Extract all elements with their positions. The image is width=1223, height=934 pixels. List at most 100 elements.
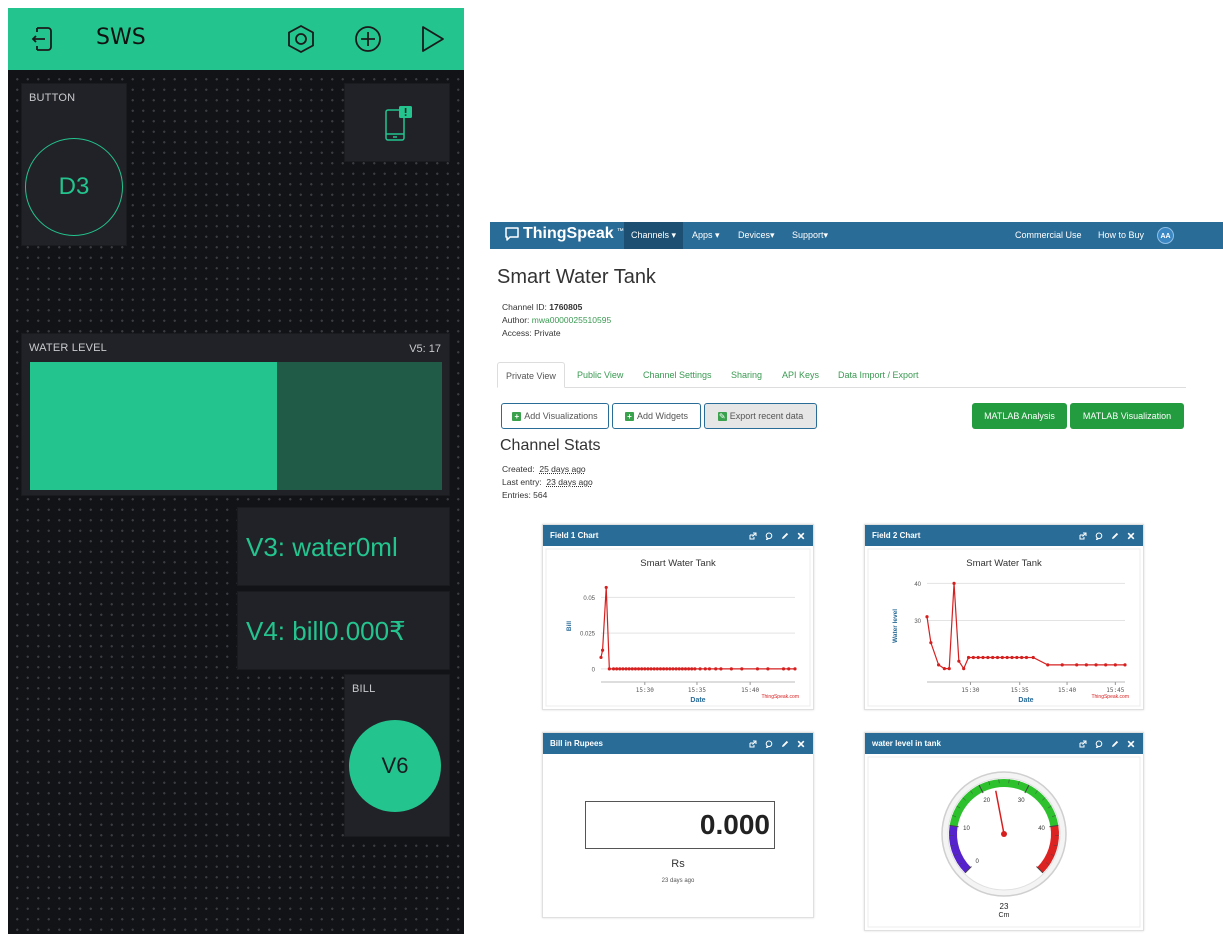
water-level-bar-fill bbox=[30, 362, 278, 490]
nav-how-to-buy[interactable]: How to Buy bbox=[1091, 222, 1151, 249]
nav-devices[interactable]: Devices▾ bbox=[731, 222, 782, 249]
data-point bbox=[1005, 655, 1009, 660]
open-window-icon[interactable] bbox=[749, 740, 757, 748]
data-point bbox=[740, 667, 744, 671]
button-widget-label: BUTTON bbox=[29, 92, 76, 104]
data-point bbox=[729, 667, 733, 671]
widget-canvas: BUTTON D3 WATER LEVEL V5: 17 V3: water0m… bbox=[8, 70, 464, 934]
add-circle-icon[interactable] bbox=[352, 23, 384, 55]
data-point bbox=[719, 667, 723, 671]
tab-data-import-export[interactable]: Data Import / Export bbox=[830, 362, 927, 388]
data-point bbox=[615, 667, 619, 671]
tab-private-view[interactable]: Private View bbox=[497, 362, 565, 388]
data-point bbox=[668, 667, 672, 671]
tab-api-keys[interactable]: API Keys bbox=[774, 362, 827, 388]
phone-notification-icon bbox=[385, 106, 412, 141]
data-point bbox=[787, 667, 791, 671]
bill-lamp-panel: Bill in Rupees 0.000 Rs 23 days ago bbox=[542, 732, 814, 918]
bill-control[interactable]: V6 bbox=[349, 720, 441, 812]
data-point bbox=[693, 667, 697, 671]
chart-credit: ThingSpeak.com bbox=[761, 694, 799, 700]
data-point bbox=[707, 667, 712, 671]
water-level-widget: WATER LEVEL V5: 17 bbox=[21, 333, 450, 496]
button-control[interactable]: D3 bbox=[25, 138, 123, 236]
data-point bbox=[976, 655, 980, 660]
matlab-analysis-button[interactable]: MATLAB Analysis bbox=[972, 403, 1067, 429]
bill-widget-label: BILL bbox=[352, 683, 376, 695]
data-point bbox=[1104, 663, 1108, 667]
close-icon[interactable] bbox=[797, 740, 805, 748]
export-recent-data-label: Export recent data bbox=[729, 411, 804, 421]
blynk-top-bar: SWS bbox=[8, 8, 464, 70]
close-icon[interactable] bbox=[1127, 740, 1135, 748]
add-widgets-button[interactable]: + Add Widgets bbox=[612, 403, 701, 429]
data-point bbox=[971, 655, 975, 660]
comment-icon[interactable] bbox=[765, 740, 773, 748]
data-point bbox=[966, 655, 971, 660]
pencil-icon[interactable] bbox=[781, 740, 789, 748]
bill-display-text: V4: bill0.000₹ bbox=[246, 616, 406, 646]
panel-header: Field 2 Chart bbox=[865, 525, 1143, 546]
channel-id-value: 1760805 bbox=[549, 302, 583, 312]
data-point bbox=[661, 667, 666, 671]
tab-channel-settings[interactable]: Channel Settings bbox=[635, 362, 720, 388]
water-level-label: WATER LEVEL bbox=[29, 342, 107, 354]
data-point bbox=[925, 615, 929, 619]
data-point bbox=[952, 581, 956, 586]
nav-commercial-use[interactable]: Commercial Use bbox=[1008, 222, 1089, 249]
pencil-icon[interactable] bbox=[781, 532, 789, 540]
pencil-icon[interactable] bbox=[1111, 740, 1119, 748]
bill-widget[interactable]: BILL V6 bbox=[344, 674, 450, 837]
notification-widget[interactable] bbox=[344, 83, 450, 162]
add-visualizations-button[interactable]: + Add Visualizations bbox=[501, 403, 609, 429]
data-point bbox=[991, 655, 995, 660]
button-widget[interactable]: BUTTON D3 bbox=[21, 83, 127, 246]
exit-icon[interactable] bbox=[26, 23, 58, 55]
thingspeak-logo[interactable]: ThingSpeak ™ bbox=[504, 225, 624, 243]
settings-hex-icon[interactable] bbox=[285, 23, 317, 55]
author-link[interactable]: mwa0000025510595 bbox=[532, 315, 611, 325]
play-icon[interactable] bbox=[415, 23, 447, 55]
close-icon[interactable] bbox=[1127, 532, 1135, 540]
y-axis-label: Water level bbox=[892, 609, 899, 643]
nav-support[interactable]: Support▾ bbox=[785, 222, 835, 249]
comment-icon[interactable] bbox=[1095, 532, 1103, 540]
data-point bbox=[646, 667, 650, 671]
nav-channels[interactable]: Channels ▾ bbox=[624, 222, 684, 249]
open-window-icon[interactable] bbox=[749, 532, 757, 540]
data-point bbox=[611, 667, 616, 671]
open-window-icon[interactable] bbox=[1079, 740, 1087, 748]
data-point bbox=[1031, 655, 1035, 660]
data-point bbox=[607, 667, 611, 671]
tab-sharing[interactable]: Sharing bbox=[723, 362, 770, 388]
close-icon[interactable] bbox=[797, 532, 805, 540]
data-point bbox=[680, 667, 684, 671]
panel-body: 0.000 Rs 23 days ago bbox=[543, 754, 813, 917]
channel-id-label: Channel ID: bbox=[502, 302, 550, 312]
data-point bbox=[1046, 663, 1050, 667]
data-point bbox=[630, 667, 634, 671]
data-point bbox=[658, 667, 663, 671]
export-recent-data-button[interactable]: ✎ Export recent data bbox=[704, 403, 817, 429]
matlab-visualization-button[interactable]: MATLAB Visualization bbox=[1070, 403, 1184, 429]
data-point bbox=[683, 667, 688, 671]
y-tick-label: 0.05 bbox=[583, 596, 595, 602]
open-window-icon[interactable] bbox=[1079, 532, 1087, 540]
channel-access: Access: Private bbox=[502, 328, 561, 338]
data-point bbox=[643, 667, 647, 671]
comment-icon[interactable] bbox=[1095, 740, 1103, 748]
pencil-icon[interactable] bbox=[1111, 532, 1119, 540]
data-point bbox=[755, 667, 760, 671]
nav-apps[interactable]: Apps ▾ bbox=[685, 222, 727, 249]
channel-author: Author: mwa0000025510595 bbox=[502, 315, 611, 325]
data-point bbox=[633, 667, 638, 671]
tab-public-view[interactable]: Public View bbox=[569, 362, 631, 388]
numeric-display: 0.000 bbox=[585, 801, 775, 849]
gauge-value: 23 bbox=[1000, 902, 1009, 911]
x-tick-label: 15:30 bbox=[636, 687, 654, 694]
comment-icon[interactable] bbox=[765, 532, 773, 540]
stat-created-label: Created: bbox=[502, 464, 535, 474]
data-point bbox=[942, 666, 946, 671]
field1-chart-panel: Field 1 Chart Smart Water Tank 0 0.025 0.05… bbox=[542, 524, 814, 710]
user-avatar[interactable]: AA bbox=[1157, 227, 1174, 244]
